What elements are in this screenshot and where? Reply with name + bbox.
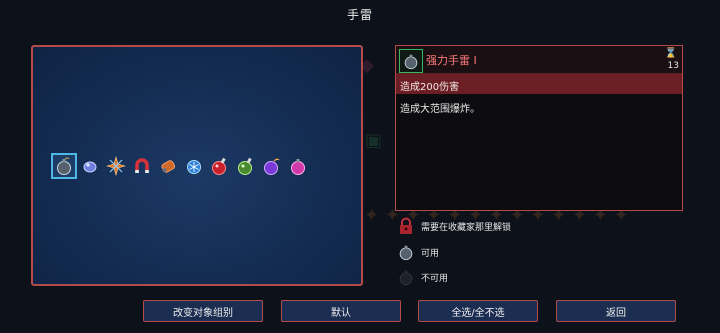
bomb-icon (404, 54, 418, 70)
green-potion-bomb-icon (238, 157, 252, 175)
item-slot-canister-bomb[interactable] (157, 155, 179, 177)
background-decoration: ▣ (365, 130, 383, 151)
dim-bomb-icon (397, 268, 415, 286)
canister-bomb-icon (161, 160, 175, 173)
legend-unavailable-label: 不可用 (421, 273, 449, 284)
item-stat: 造成200伤害 (400, 82, 460, 93)
page-title: 手雷 (346, 8, 373, 22)
item-slot-ice-bomb[interactable] (183, 155, 205, 177)
item-slot-red-magnet[interactable] (131, 155, 153, 177)
red-magnet-icon (135, 158, 149, 173)
red-potion-bomb-icon (212, 157, 226, 175)
default-button[interactable]: 默认 (281, 300, 401, 322)
back-button[interactable]: 返回 (556, 300, 676, 322)
item-description: 造成大范围爆炸。 (400, 104, 480, 115)
legend-available-label: 可用 (421, 248, 440, 259)
item-grid-panel (31, 45, 363, 286)
select-all-button[interactable]: 全选/全不选 (418, 300, 538, 322)
item-detail-panel: 强力手雷 I ⌛ 13 造成200伤害 造成大范围爆炸。 (395, 45, 683, 211)
item-slot-green-potion-bomb[interactable] (235, 155, 257, 177)
item-row (51, 153, 309, 179)
item-stat-bar: 造成200伤害 (396, 74, 682, 94)
bomb-icon (57, 157, 71, 175)
detail-header: 强力手雷 I ⌛ 13 (396, 46, 682, 74)
item-slot-spike-burst[interactable] (105, 155, 127, 177)
padlock-icon (397, 217, 415, 235)
item-slot-bomb[interactable] (51, 153, 77, 179)
legend-unavailable: 不可用 (397, 268, 448, 286)
item-slot-pink-bomb[interactable] (287, 155, 309, 177)
detail-item-icon (399, 49, 423, 73)
item-slot-purple-bomb[interactable] (261, 155, 283, 177)
bomb-icon (397, 243, 415, 261)
change-group-button[interactable]: 改变对象组别 (143, 300, 263, 322)
legend-available: 可用 (397, 243, 439, 261)
legend-locked-label: 需要在收藏家那里解锁 (421, 222, 512, 233)
legend-locked: 需要在收藏家那里解锁 (397, 217, 511, 235)
hourglass-icon: ⌛ (664, 48, 677, 59)
blue-orb-icon (83, 161, 97, 173)
spike-burst-icon (106, 156, 126, 176)
ice-bomb-icon (187, 160, 201, 174)
item-name: 强力手雷 I (426, 54, 477, 67)
purple-bomb-icon (264, 158, 280, 175)
item-slot-red-potion-bomb[interactable] (209, 155, 231, 177)
pink-bomb-icon (291, 159, 305, 175)
item-slot-blue-orb[interactable] (79, 155, 101, 177)
item-count: 13 (667, 61, 679, 71)
